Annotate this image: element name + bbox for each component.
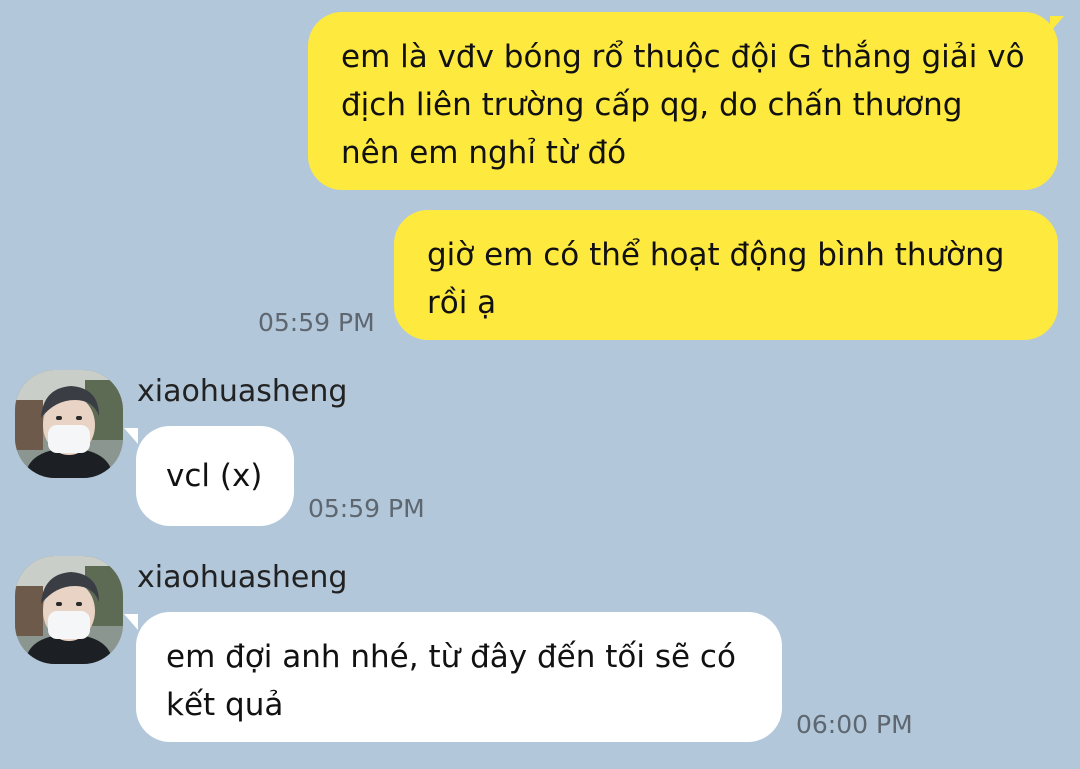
bubble-tail bbox=[124, 614, 138, 630]
message-timestamp: 05:59 PM bbox=[308, 494, 425, 523]
avatar-photo-icon bbox=[15, 370, 123, 478]
sender-name: xiaohuasheng bbox=[137, 374, 348, 409]
outgoing-message[interactable]: giờ em có thể hoạt động bình thường rồi … bbox=[394, 210, 1058, 340]
sender-avatar[interactable] bbox=[15, 370, 123, 478]
message-text: em là vđv bóng rổ thuộc đội G thắng giải… bbox=[341, 39, 1025, 171]
bubble-tail bbox=[124, 428, 138, 444]
message-text: vcl (x) bbox=[166, 458, 263, 494]
sender-name: xiaohuasheng bbox=[137, 560, 348, 595]
message-text: giờ em có thể hoạt động bình thường rồi … bbox=[427, 237, 1005, 321]
avatar-photo-icon bbox=[15, 556, 123, 664]
chat-area[interactable]: em là vđv bóng rổ thuộc đội G thắng giải… bbox=[0, 0, 1080, 769]
message-timestamp: 05:59 PM bbox=[258, 308, 375, 337]
incoming-message[interactable]: em đợi anh nhé, từ đây đến tối sẽ có kết… bbox=[136, 612, 782, 742]
message-text: em đợi anh nhé, từ đây đến tối sẽ có kết… bbox=[166, 639, 736, 723]
bubble-tail bbox=[1050, 16, 1064, 32]
outgoing-message[interactable]: em là vđv bóng rổ thuộc đội G thắng giải… bbox=[308, 12, 1058, 190]
incoming-message[interactable]: vcl (x) bbox=[136, 426, 294, 526]
sender-avatar[interactable] bbox=[15, 556, 123, 664]
message-timestamp: 06:00 PM bbox=[796, 710, 913, 739]
